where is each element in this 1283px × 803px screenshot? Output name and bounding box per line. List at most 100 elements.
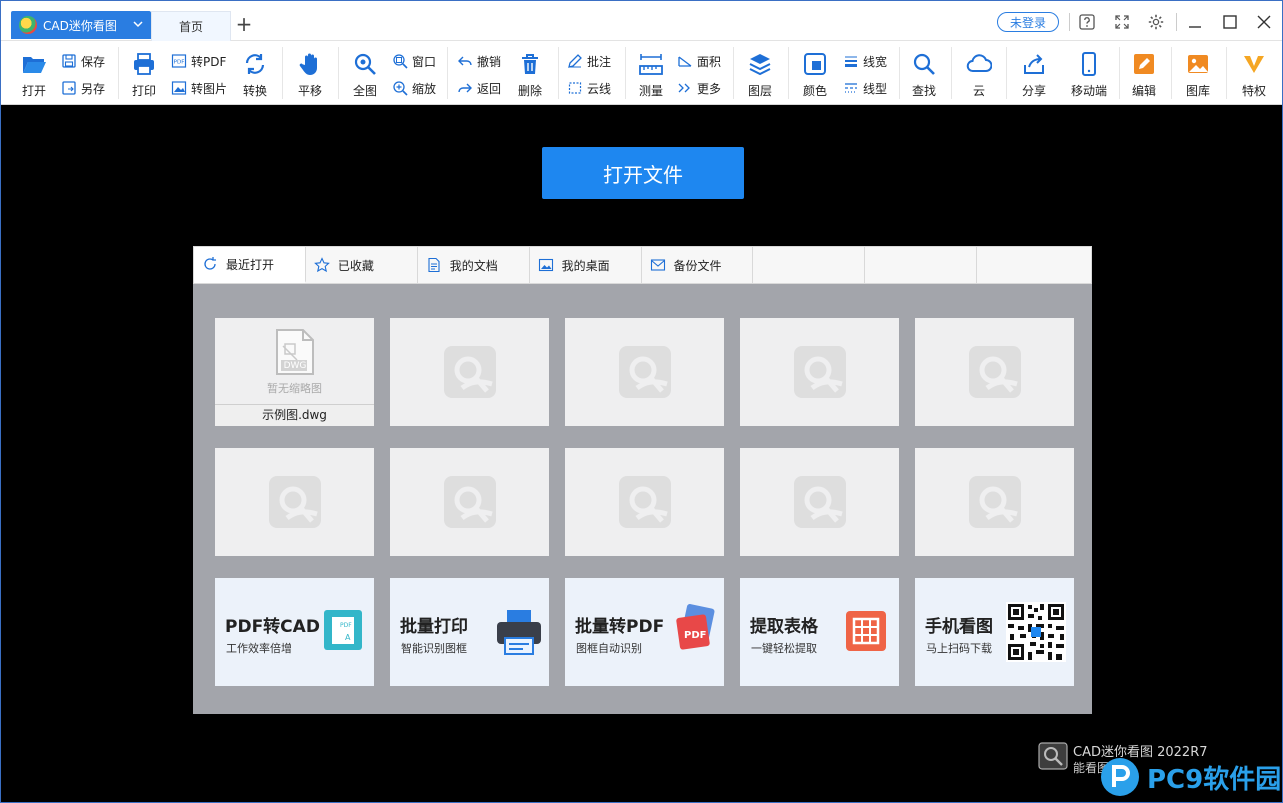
annotate-label: 批注 (587, 54, 612, 69)
save-as-button[interactable]: 另存 (61, 78, 105, 98)
zoom-window-button[interactable]: 窗口 (392, 51, 436, 71)
tab-recent[interactable]: 最近打开 (194, 247, 306, 283)
tab-desktop[interactable]: 我的桌面 (529, 247, 642, 283)
fit-all-label: 全图 (352, 84, 377, 98)
fullscreen-icon[interactable] (1113, 13, 1131, 31)
divider (558, 47, 559, 99)
promo-extract-table[interactable]: 提取表格 一键轻松提取 (740, 578, 899, 686)
login-button[interactable]: 未登录 (997, 12, 1059, 32)
promo-title: 批量打印 (400, 617, 468, 637)
mail-icon (650, 259, 665, 271)
pan-label: 平移 (297, 84, 322, 98)
undo-icon (458, 56, 472, 66)
more-icon (678, 83, 690, 93)
promo-batch-print[interactable]: 批量打印 智能识别图框 (390, 578, 549, 686)
area-button[interactable]: 面积 (677, 51, 721, 71)
close-icon[interactable] (1255, 13, 1273, 31)
add-tab-button[interactable]: + (235, 14, 253, 34)
vip-button[interactable]: 特权 (1235, 45, 1273, 99)
app-brand-logo-icon (1038, 742, 1068, 770)
annotate-icon (568, 54, 582, 68)
pc9-logo-icon (1101, 758, 1139, 796)
svg-text:PDF: PDF (340, 622, 352, 629)
minimize-icon[interactable] (1186, 13, 1204, 31)
app-menu-tab[interactable]: CAD迷你看图 (11, 11, 151, 39)
layers-button[interactable]: 图层 (741, 45, 779, 99)
to-image-button[interactable]: 转图片 (171, 78, 227, 98)
star-icon (314, 257, 330, 273)
ruler-measure-icon (639, 54, 663, 75)
zoom-label: 缩放 (412, 81, 437, 96)
divider (447, 47, 448, 99)
mobile-phone-icon (1082, 52, 1096, 76)
tab-documents[interactable]: 我的文档 (417, 247, 530, 283)
save-button[interactable]: 保存 (61, 51, 105, 71)
line-width-button[interactable]: 线宽 (843, 51, 887, 71)
promo-title: 手机看图 (925, 617, 993, 637)
save-label: 保存 (81, 54, 106, 69)
more-button[interactable]: 更多 (677, 78, 721, 98)
qr-code-icon[interactable] (1006, 602, 1066, 662)
promo-pdf-to-cad[interactable]: PDF转CAD 工作效率倍增 PDF A (215, 578, 374, 686)
placeholder-image-icon (443, 346, 496, 398)
zoom-window-label: 窗口 (412, 54, 437, 69)
delete-button[interactable]: 删除 (511, 45, 549, 99)
back-label: 返回 (477, 81, 502, 96)
mobile-button[interactable]: 移动端 (1067, 45, 1111, 99)
settings-gear-icon[interactable] (1147, 13, 1165, 31)
open-file-button[interactable]: 打开文件 (542, 147, 744, 199)
promo-title: PDF转CAD (225, 617, 320, 637)
share-button[interactable]: 分享 (1015, 45, 1053, 99)
fit-all-button[interactable]: 全图 (346, 45, 384, 99)
maximize-icon[interactable] (1221, 13, 1239, 31)
trash-icon (522, 54, 538, 74)
placeholder-image-icon (443, 476, 496, 528)
tab-home[interactable]: 首页 (151, 11, 231, 41)
divider (733, 47, 734, 99)
desktop-image-icon (538, 258, 553, 272)
color-button[interactable]: 颜色 (796, 45, 834, 99)
undo-button[interactable]: 撤销 (457, 51, 501, 71)
measure-button[interactable]: 测量 (632, 45, 670, 99)
convert-button[interactable]: 转换 (236, 45, 274, 99)
edit-pencil-icon (1134, 54, 1154, 74)
recent-file-tile[interactable]: DWG 暂无缩略图 示例图.dwg (215, 318, 374, 426)
tab-label: 已收藏 (337, 258, 374, 273)
line-type-button[interactable]: 线型 (843, 78, 887, 98)
library-button[interactable]: 图库 (1179, 45, 1217, 99)
tab-empty (865, 247, 978, 283)
measure-label: 测量 (638, 84, 663, 98)
file-browser-panel: 最近打开 已收藏 我的文档 我的桌面 备份文件 DWG 暂无缩略图 示例图.dw… (193, 246, 1092, 714)
cloud-line-button[interactable]: 云线 (567, 78, 611, 98)
toolbar-ribbon: 打开 保存 另存 打印 PDF 转PDF 转图片 转换 平移 全图 窗口 缩放 … (1, 41, 1282, 105)
app-logo-icon (19, 16, 37, 34)
divider (1119, 47, 1120, 99)
pan-button[interactable]: 平移 (291, 45, 329, 99)
to-pdf-button[interactable]: PDF 转PDF (171, 51, 226, 71)
layers-icon (749, 54, 771, 76)
open-button[interactable]: 打开 (15, 45, 53, 99)
chevron-down-icon[interactable] (131, 17, 145, 31)
save-as-label: 另存 (81, 81, 106, 96)
help-icon[interactable] (1078, 13, 1096, 31)
placeholder-image-icon (793, 346, 846, 398)
divider (625, 47, 626, 99)
convert-label: 转换 (242, 84, 267, 98)
tab-backup[interactable]: 备份文件 (641, 247, 754, 283)
annotate-button[interactable]: 批注 (567, 51, 611, 71)
placeholder-image-icon (618, 476, 671, 528)
watermark-text: PC9软件园 (1147, 764, 1282, 795)
promo-subtitle: 一键轻松提取 (751, 642, 817, 655)
file-tabs: 最近打开 已收藏 我的文档 我的桌面 备份文件 (193, 246, 1092, 284)
cloud-button[interactable]: 云 (960, 45, 998, 99)
back-button[interactable]: 返回 (457, 78, 501, 98)
print-button[interactable]: 打印 (125, 45, 163, 99)
promo-mobile-view[interactable]: 手机看图 马上扫码下载 (915, 578, 1074, 686)
tab-favorites[interactable]: 已收藏 (305, 247, 418, 283)
promo-batch-to-pdf[interactable]: 批量转PDF 图框自动识别 PDF (565, 578, 724, 686)
zoom-button[interactable]: 缩放 (392, 78, 436, 98)
edit-button[interactable]: 编辑 (1125, 45, 1163, 99)
delete-label: 删除 (517, 84, 542, 98)
find-button[interactable]: 查找 (905, 45, 943, 99)
convert-icon (245, 54, 265, 74)
